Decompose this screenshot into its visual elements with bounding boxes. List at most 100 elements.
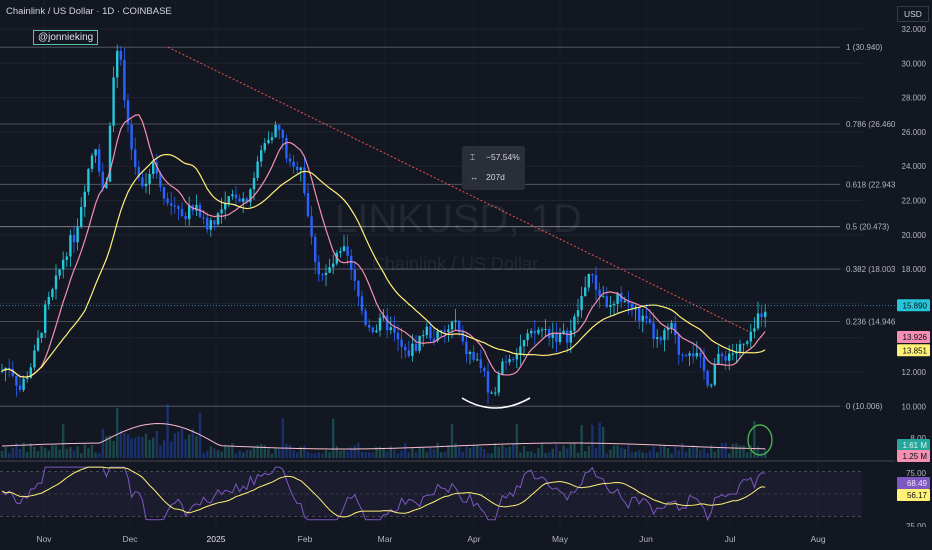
candle-body [425, 326, 428, 336]
volume-bar [310, 453, 313, 458]
volume-bar [483, 449, 486, 458]
volume-bar [742, 445, 745, 458]
volume-bar [11, 447, 14, 458]
candle-body [26, 377, 29, 379]
candle-body [652, 322, 655, 339]
volume-bar [54, 445, 58, 458]
candle-body [350, 255, 353, 271]
candle-body [87, 168, 90, 192]
volume-bar [8, 452, 11, 458]
y-tick-label: 12.000 [902, 368, 927, 377]
price-chart[interactable]: 1 (30.940) 0.786 (26.460) 0.618 (22.943) 0.… [0, 0, 932, 550]
candle-body [44, 304, 47, 333]
volume-bar [238, 450, 241, 458]
candle-body [274, 124, 277, 138]
candle-body [353, 270, 356, 281]
candle-body [328, 267, 331, 273]
time-axis[interactable]: Nov Dec 2025 Feb Mar Apr May Jun Jul Aug [0, 527, 932, 550]
currency-button[interactable]: USD [897, 6, 929, 22]
candle-body [677, 334, 680, 355]
candle-body [504, 361, 508, 363]
fib-level-label: 1 (30.940) [846, 43, 883, 52]
volume-bar [627, 444, 630, 458]
candle-body [404, 346, 407, 351]
volume-bar [692, 445, 695, 458]
candle-body [72, 235, 76, 243]
volume-bar [119, 430, 122, 458]
volume-bar [130, 438, 133, 458]
volume-bar [630, 452, 634, 458]
volume-bar [404, 443, 407, 458]
fib-level-label: 0.618 (22.943) [846, 180, 898, 189]
candle-body [713, 364, 716, 385]
candle-body [400, 339, 403, 347]
candle-body [371, 327, 374, 333]
candle-body [234, 194, 238, 199]
candle-body [202, 217, 205, 219]
volume-bar [468, 448, 472, 458]
volume-bar [699, 449, 702, 458]
volume-bar [414, 452, 418, 458]
volume-bar [458, 447, 461, 458]
candle-body [461, 332, 464, 342]
candle-body [706, 370, 709, 386]
y-tick-label: 20.000 [902, 231, 927, 240]
volume-bar [587, 445, 590, 458]
candle-body [177, 206, 180, 210]
volume-bar [616, 445, 619, 458]
candle-body [659, 337, 662, 341]
candle-body [33, 350, 36, 368]
volume-bar [94, 452, 97, 458]
volume-bar [98, 453, 101, 458]
candle-body [533, 330, 536, 334]
candle-body [515, 354, 518, 360]
volume-bar [141, 437, 144, 458]
volume-bar [519, 452, 522, 458]
volume-bar [566, 448, 569, 458]
volume-bar [216, 450, 220, 458]
measure-box[interactable]: ⌶ −57.54% ↔ 207d [462, 146, 525, 190]
candle-body [148, 173, 151, 184]
x-tick-label: 2025 [207, 534, 226, 544]
volume-bar [652, 446, 655, 458]
candle-body [314, 236, 317, 262]
candle-body [558, 333, 562, 342]
volume-bar [292, 449, 295, 458]
author-tag: @jonnieking [33, 30, 99, 45]
volume-bar [242, 452, 245, 458]
volume-bar [702, 448, 706, 458]
volume-bar [562, 445, 565, 458]
candle-body [375, 330, 378, 333]
candle-body [432, 338, 436, 342]
volume-bar [422, 447, 425, 458]
volume-bar [440, 452, 443, 458]
candle-body [594, 275, 598, 290]
candle-body [749, 331, 752, 342]
volume-bar [663, 445, 666, 458]
volume-bar [386, 451, 389, 458]
candle-body [526, 333, 529, 341]
volume-bar [90, 444, 94, 458]
volume-bar [306, 452, 310, 458]
volume-bar [738, 445, 742, 458]
volume-bar [411, 447, 414, 458]
ma-fast-badge: 13.926 [903, 333, 928, 342]
volume-bar [569, 443, 572, 458]
volume-bar [648, 450, 652, 458]
volume-bar [191, 428, 194, 458]
volume-bar [371, 452, 374, 458]
volume-bar [728, 453, 731, 458]
volume-bar [544, 453, 547, 458]
candle-body [162, 186, 166, 199]
candle-body [681, 354, 684, 356]
y-tick-label: 24.000 [902, 162, 927, 171]
last-price-badge: 15.890 [903, 301, 928, 310]
volume-bar [659, 444, 662, 458]
candle-body [695, 352, 698, 357]
candle-body [591, 273, 594, 276]
volume-bar [342, 450, 346, 458]
volume-bar [584, 451, 587, 458]
candle-body [753, 328, 756, 332]
x-tick-label: Aug [810, 534, 825, 544]
volume-bar [144, 433, 148, 458]
